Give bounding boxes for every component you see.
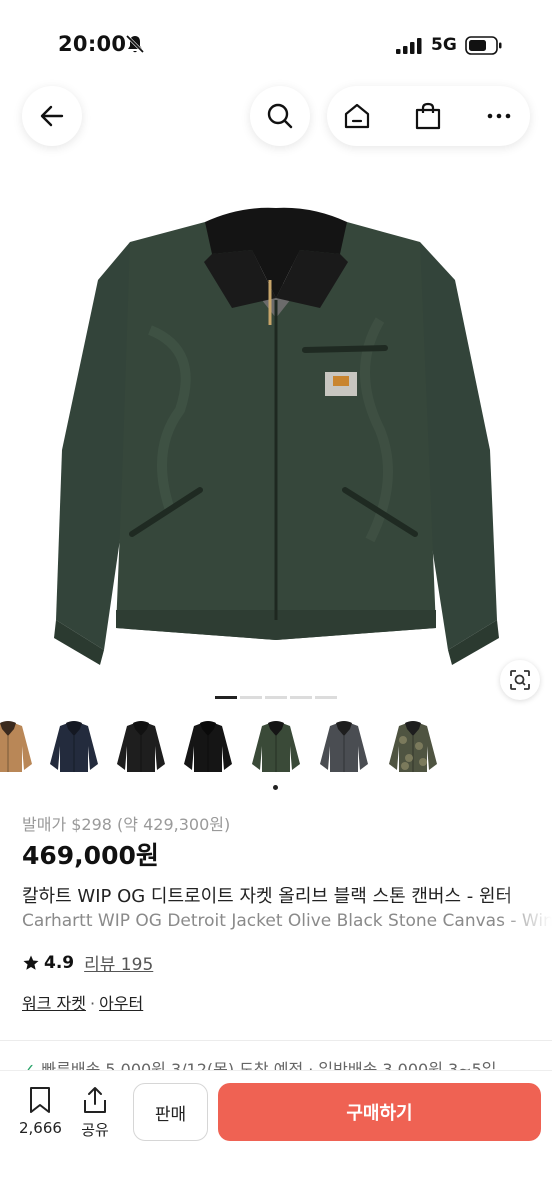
- star-icon: [23, 955, 39, 970]
- search-icon: [267, 103, 293, 129]
- lens-search-button[interactable]: [500, 660, 540, 700]
- product-title-english: Carhartt WIP OG Detroit Jacket Olive Bla…: [22, 911, 552, 931]
- more-button[interactable]: [469, 86, 529, 146]
- pager-segment: [215, 696, 237, 699]
- pager-segment: [290, 696, 312, 699]
- category-work-jacket[interactable]: 워크 자켓: [22, 994, 86, 1013]
- release-price: 발매가 $298 (약 429,300원): [22, 815, 231, 834]
- pager-segment: [265, 696, 287, 699]
- brown-jacket-thumb[interactable]: [0, 716, 38, 780]
- save-button[interactable]: 2,666: [19, 1085, 62, 1137]
- image-pager: [215, 696, 337, 699]
- product-title-korean: 칼하트 WIP OG 디트로이트 자켓 올리브 블랙 스톤 캔버스 - 윈터: [22, 886, 513, 907]
- more-icon: [487, 113, 511, 119]
- section-divider: [0, 1040, 552, 1041]
- search-button[interactable]: [250, 86, 310, 146]
- rating-row: 4.9 리뷰 195: [22, 950, 153, 975]
- home-button[interactable]: [327, 86, 387, 146]
- black-rinsed-jacket-thumb[interactable]: [178, 716, 238, 780]
- battery-icon: [465, 36, 502, 55]
- sell-button[interactable]: 판매: [133, 1083, 208, 1141]
- save-count: 2,666: [19, 1119, 62, 1137]
- shopping-bag-button[interactable]: [398, 86, 458, 146]
- network-type: 5G: [431, 35, 457, 55]
- pager-segment: [240, 696, 262, 699]
- black-jacket-thumb[interactable]: [111, 716, 171, 780]
- category-outer[interactable]: 아우터: [99, 994, 143, 1013]
- back-arrow-icon: [40, 105, 64, 127]
- share-icon: [84, 1087, 106, 1113]
- share-label: 공유: [81, 1121, 109, 1139]
- current-price: 469,000원: [22, 841, 159, 870]
- product-image[interactable]: [0, 150, 552, 702]
- bottom-action-bar: 2,666 공유 판매 구매하기: [0, 1070, 552, 1200]
- pager-segment: [315, 696, 337, 699]
- signal-icon: [396, 38, 422, 54]
- rating-score: 4.9: [44, 952, 75, 973]
- home-icon: [344, 103, 370, 129]
- shopping-bag-icon: [415, 102, 441, 130]
- nav-action-group: [327, 86, 530, 146]
- navy-jacket-thumb[interactable]: [44, 716, 104, 780]
- thumbnail-page-indicator: [273, 785, 278, 790]
- buy-button[interactable]: 구매하기: [218, 1083, 541, 1141]
- camo-jacket-thumb[interactable]: [383, 716, 443, 780]
- grey-jacket-thumb[interactable]: [314, 716, 374, 780]
- variant-thumbnail-strip: [0, 716, 552, 780]
- title-fade-overlay: [500, 878, 552, 936]
- back-button[interactable]: [22, 86, 82, 146]
- bell-off-icon: [125, 34, 145, 54]
- bookmark-icon: [30, 1087, 51, 1113]
- category-links: 워크 자켓 · 아우터: [22, 990, 143, 1014]
- status-bar: 20:00 5G: [0, 0, 552, 90]
- status-time: 20:00: [58, 32, 127, 56]
- review-link[interactable]: 리뷰 195: [84, 950, 153, 975]
- olive-jacket-thumb[interactable]: [246, 716, 306, 780]
- category-separator: ·: [89, 994, 96, 1013]
- top-navigation: [0, 86, 552, 146]
- lens-search-icon: [510, 670, 530, 690]
- share-button[interactable]: 공유: [81, 1085, 109, 1140]
